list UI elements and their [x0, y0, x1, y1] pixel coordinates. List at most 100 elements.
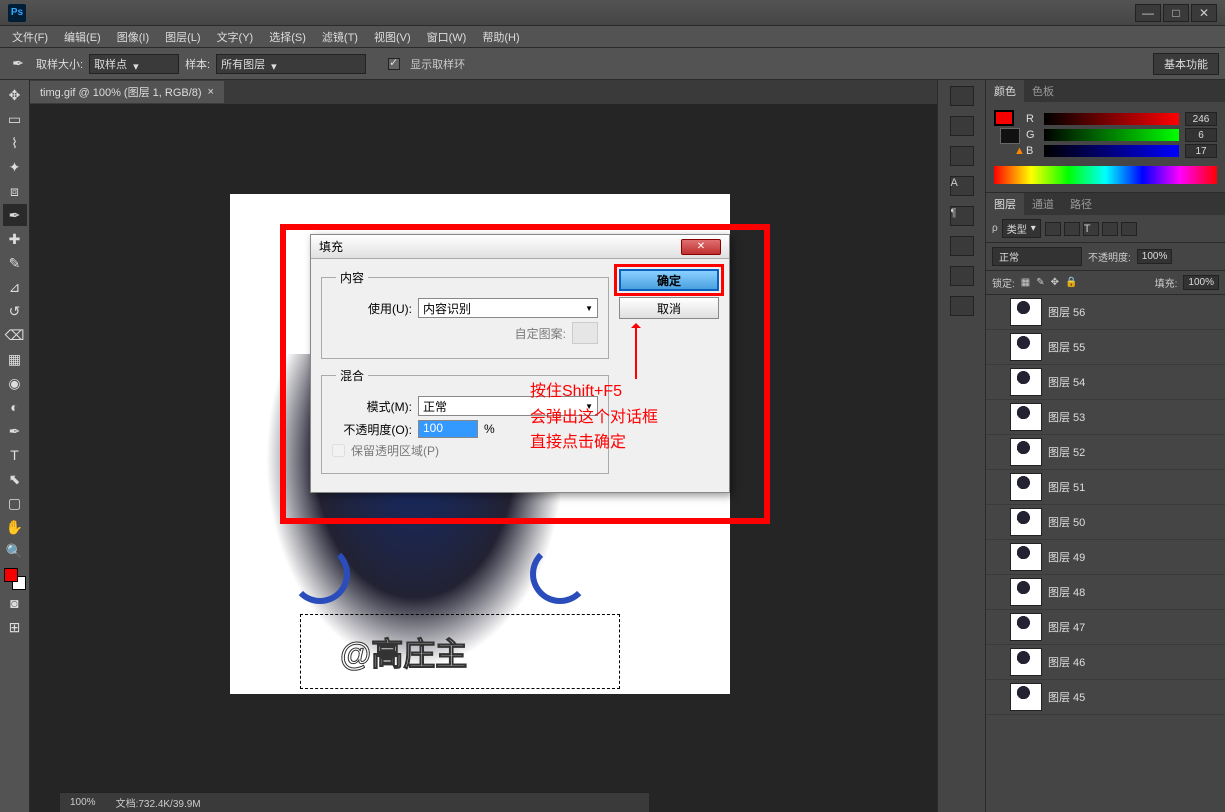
layer-thumbnail[interactable]: [1010, 298, 1042, 326]
menu-layer[interactable]: 图层(L): [157, 27, 208, 47]
layer-name[interactable]: 图层 56: [1048, 304, 1085, 320]
layer-name[interactable]: 图层 55: [1048, 339, 1085, 355]
lasso-tool[interactable]: ⌇: [3, 132, 27, 154]
filter-smart-icon[interactable]: [1121, 222, 1137, 236]
menu-select[interactable]: 选择(S): [261, 27, 314, 47]
quickmask-toggle[interactable]: ◙: [3, 592, 27, 614]
layer-item[interactable]: 图层 53: [986, 400, 1225, 435]
visibility-toggle[interactable]: [992, 586, 1004, 598]
layer-name[interactable]: 图层 51: [1048, 479, 1085, 495]
healing-tool[interactable]: ✚: [3, 228, 27, 250]
layer-thumbnail[interactable]: [1010, 438, 1042, 466]
filter-shape-icon[interactable]: [1102, 222, 1118, 236]
visibility-toggle[interactable]: [992, 656, 1004, 668]
layer-name[interactable]: 图层 48: [1048, 584, 1085, 600]
eraser-tool[interactable]: ⌫: [3, 324, 27, 346]
visibility-toggle[interactable]: [992, 376, 1004, 388]
layer-item[interactable]: 图层 45: [986, 680, 1225, 715]
filter-adjust-icon[interactable]: [1064, 222, 1080, 236]
sample-select[interactable]: 所有图层▾: [216, 54, 366, 74]
opacity-input[interactable]: 100: [418, 420, 478, 438]
visibility-toggle[interactable]: [992, 691, 1004, 703]
sample-size-select[interactable]: 取样点▾: [89, 54, 179, 74]
r-slider[interactable]: [1044, 113, 1179, 125]
close-icon[interactable]: ×: [208, 86, 214, 98]
history-brush-tool[interactable]: ↺: [3, 300, 27, 322]
layer-item[interactable]: 图层 56: [986, 295, 1225, 330]
menu-filter[interactable]: 滤镜(T): [314, 27, 366, 47]
menu-help[interactable]: 帮助(H): [474, 27, 527, 47]
layer-thumbnail[interactable]: [1010, 368, 1042, 396]
marquee-tool[interactable]: ▭: [3, 108, 27, 130]
layer-item[interactable]: 图层 49: [986, 540, 1225, 575]
document-tab[interactable]: timg.gif @ 100% (图层 1, RGB/8) ×: [30, 81, 224, 103]
paragraph-panel-icon[interactable]: ¶: [950, 206, 974, 226]
layer-thumbnail[interactable]: [1010, 333, 1042, 361]
tab-paths[interactable]: 路径: [1062, 193, 1100, 215]
layer-name[interactable]: 图层 49: [1048, 549, 1085, 565]
g-slider[interactable]: [1044, 129, 1179, 141]
layer-item[interactable]: 图层 55: [986, 330, 1225, 365]
layer-thumbnail[interactable]: [1010, 648, 1042, 676]
filter-pixel-icon[interactable]: [1045, 222, 1061, 236]
move-tool[interactable]: ✥: [3, 84, 27, 106]
dialog-close-button[interactable]: ✕: [681, 239, 721, 255]
lock-pixel-icon[interactable]: ✎: [1036, 277, 1044, 288]
clone-panel-icon[interactable]: [950, 266, 974, 286]
layer-item[interactable]: 图层 48: [986, 575, 1225, 610]
tab-layers[interactable]: 图层: [986, 193, 1024, 215]
layer-name[interactable]: 图层 52: [1048, 444, 1085, 460]
layer-item[interactable]: 图层 46: [986, 645, 1225, 680]
spectrum-picker[interactable]: [994, 166, 1217, 184]
visibility-toggle[interactable]: [992, 481, 1004, 493]
lock-pos-icon[interactable]: ✥: [1051, 277, 1059, 288]
tab-swatches[interactable]: 色板: [1024, 80, 1062, 102]
foreground-swatch[interactable]: [4, 568, 18, 582]
character-panel-icon[interactable]: A: [950, 176, 974, 196]
visibility-toggle[interactable]: [992, 446, 1004, 458]
tab-color[interactable]: 颜色: [986, 80, 1024, 102]
blend-mode-select[interactable]: 正常: [992, 247, 1082, 266]
minimize-button[interactable]: —: [1135, 4, 1161, 22]
path-select-tool[interactable]: ⬉: [3, 468, 27, 490]
workspace-switcher[interactable]: 基本功能: [1153, 53, 1219, 75]
layer-item[interactable]: 图层 47: [986, 610, 1225, 645]
visibility-toggle[interactable]: [992, 551, 1004, 563]
layer-filter-select[interactable]: 类型▾: [1002, 219, 1041, 238]
layer-thumbnail[interactable]: [1010, 403, 1042, 431]
eyedropper-tool[interactable]: ✒: [3, 204, 27, 226]
visibility-toggle[interactable]: [992, 516, 1004, 528]
doc-info[interactable]: 文档:732.4K/39.9M: [116, 795, 201, 810]
zoom-level[interactable]: 100%: [70, 797, 96, 808]
r-value[interactable]: 246: [1185, 112, 1217, 126]
canvas-viewport[interactable]: @高庄主 按住Shift+F5 会弹出这个对话框 直接点击确定 填充 ✕ 内容: [30, 104, 937, 812]
brush-tool[interactable]: ✎: [3, 252, 27, 274]
layer-item[interactable]: 图层 52: [986, 435, 1225, 470]
layer-thumbnail[interactable]: [1010, 543, 1042, 571]
layer-item[interactable]: 图层 50: [986, 505, 1225, 540]
layer-list[interactable]: 图层 56 图层 55 图层 54 图层 53 图层 52 图层 51 图层 50 图层 49…: [986, 295, 1225, 812]
layer-opacity-input[interactable]: 100%: [1137, 249, 1173, 264]
shape-tool[interactable]: ▢: [3, 492, 27, 514]
zoom-tool[interactable]: 🔍: [3, 540, 27, 562]
screenmode-toggle[interactable]: ⊞: [3, 616, 27, 638]
layer-name[interactable]: 图层 54: [1048, 374, 1085, 390]
layer-thumbnail[interactable]: [1010, 508, 1042, 536]
menu-edit[interactable]: 编辑(E): [56, 27, 109, 47]
lock-trans-icon[interactable]: ▦: [1021, 277, 1030, 288]
type-tool[interactable]: T: [3, 444, 27, 466]
panel-foreground-swatch[interactable]: [994, 110, 1014, 126]
menu-view[interactable]: 视图(V): [366, 27, 419, 47]
visibility-toggle[interactable]: [992, 341, 1004, 353]
layer-thumbnail[interactable]: [1010, 613, 1042, 641]
crop-tool[interactable]: ⧈: [3, 180, 27, 202]
properties-panel-icon[interactable]: [950, 146, 974, 166]
menu-window[interactable]: 窗口(W): [419, 27, 475, 47]
layer-name[interactable]: 图层 47: [1048, 619, 1085, 635]
close-button[interactable]: ✕: [1191, 4, 1217, 22]
blur-tool[interactable]: ◉: [3, 372, 27, 394]
actions-panel-icon[interactable]: [950, 116, 974, 136]
hand-tool[interactable]: ✋: [3, 516, 27, 538]
show-ring-checkbox[interactable]: [388, 58, 400, 70]
brush-panel-icon[interactable]: [950, 236, 974, 256]
